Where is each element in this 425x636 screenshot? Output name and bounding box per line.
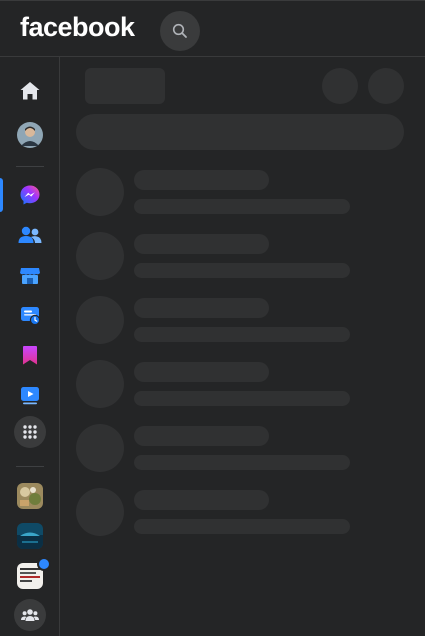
- nav-friends[interactable]: [10, 215, 50, 255]
- nav-memories[interactable]: [10, 295, 50, 335]
- messenger-icon: [20, 185, 40, 205]
- skeleton-avatar: [76, 168, 124, 216]
- skeleton-line: [134, 263, 350, 278]
- saved-icon: [23, 346, 37, 365]
- skeleton-avatar: [76, 360, 124, 408]
- nav-groups[interactable]: [14, 599, 46, 631]
- friends-icon: [18, 226, 42, 243]
- nav-menu[interactable]: [14, 416, 46, 448]
- skeleton-line: [134, 426, 269, 446]
- nav-saved[interactable]: [10, 335, 50, 375]
- skeleton-line: [134, 298, 269, 318]
- skeleton-search-bar: [76, 114, 404, 150]
- shortcut-thumbnail: [17, 523, 43, 549]
- nav-watch[interactable]: [10, 375, 50, 415]
- skeleton-action: [368, 68, 404, 104]
- sidebar-divider: [16, 466, 44, 467]
- marketplace-icon: [20, 268, 40, 284]
- skeleton-action: [322, 68, 358, 104]
- shortcut-2[interactable]: [10, 516, 50, 556]
- watch-icon: [21, 387, 39, 405]
- nav-marketplace[interactable]: [10, 255, 50, 295]
- facebook-logo[interactable]: facebook: [20, 12, 135, 43]
- left-nav-sidebar: [0, 57, 60, 636]
- shortcut-thumbnail: [17, 483, 43, 509]
- skeleton-line: [134, 455, 350, 470]
- shortcut-1[interactable]: [10, 476, 50, 516]
- skeleton-line: [134, 234, 269, 254]
- home-icon: [20, 82, 40, 100]
- active-indicator: [0, 178, 3, 212]
- skeleton-line: [134, 199, 350, 214]
- skeleton-line: [134, 362, 269, 382]
- nav-messenger[interactable]: [10, 175, 50, 215]
- skeleton-title: [85, 68, 165, 104]
- nav-profile[interactable]: [10, 115, 50, 155]
- skeleton-avatar: [76, 424, 124, 472]
- notification-dot: [37, 557, 51, 571]
- profile-avatar: [17, 122, 43, 148]
- top-bar: facebook: [0, 0, 425, 57]
- search-button[interactable]: [160, 11, 200, 51]
- skeleton-line: [134, 519, 350, 534]
- skeleton-line: [134, 327, 350, 342]
- nav-home[interactable]: [10, 71, 50, 111]
- skeleton-avatar: [76, 296, 124, 344]
- search-icon: [172, 23, 187, 38]
- skeleton-avatar: [76, 232, 124, 280]
- memories-icon: [21, 307, 41, 326]
- skeleton-line: [134, 490, 269, 510]
- content-loading-area: [60, 57, 425, 636]
- skeleton-line: [134, 170, 269, 190]
- skeleton-avatar: [76, 488, 124, 536]
- sidebar-divider: [16, 166, 44, 167]
- skeleton-line: [134, 391, 350, 406]
- menu-grid-icon: [23, 425, 37, 439]
- groups-icon: [21, 609, 39, 621]
